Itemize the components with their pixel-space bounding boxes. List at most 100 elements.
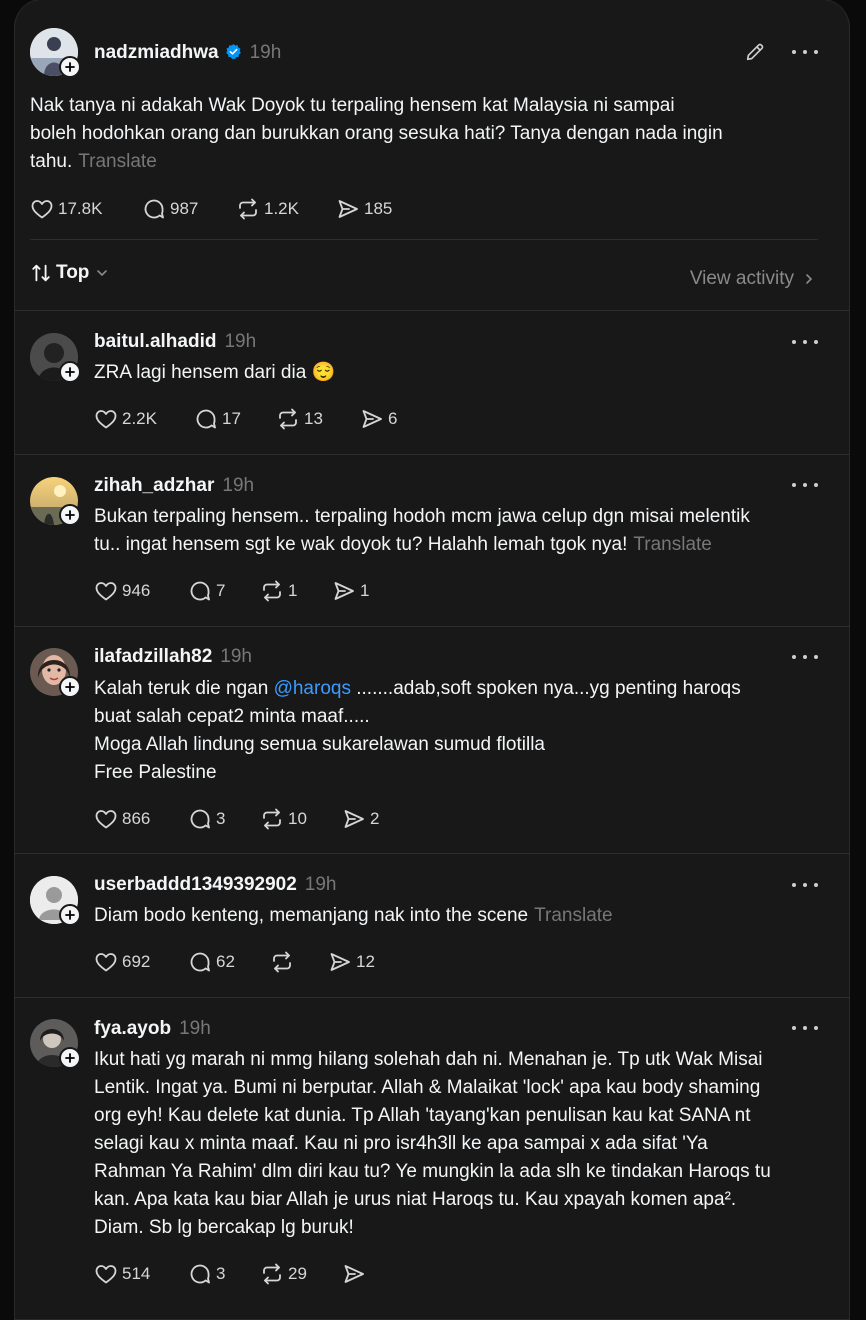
username[interactable]: userbaddd1349392902: [94, 874, 297, 895]
like-button[interactable]: 514: [94, 1262, 188, 1286]
reply-actions: 2.2K 17 13 6: [94, 405, 397, 433]
share-button[interactable]: 185: [336, 197, 392, 221]
view-activity-link[interactable]: View activity: [690, 268, 816, 290]
reply-text-line: Ikut hati yg marah ni mmg hilang solehah…: [94, 1049, 763, 1070]
like-button[interactable]: 692: [94, 950, 188, 974]
username[interactable]: ilafadzillah82: [94, 646, 212, 667]
follow-plus-icon[interactable]: [59, 504, 81, 526]
heart-icon: [94, 1262, 118, 1286]
follow-plus-icon[interactable]: [59, 1047, 81, 1069]
share-icon: [336, 197, 360, 221]
reply-count: 62: [216, 952, 235, 971]
divider: [30, 239, 818, 240]
more-options-icon[interactable]: [792, 480, 818, 490]
reply-button[interactable]: 3: [188, 807, 260, 831]
like-button[interactable]: 2.2K: [94, 407, 194, 431]
reply-count: 3: [216, 1264, 226, 1283]
timestamp: 19h: [179, 1018, 211, 1039]
comment-icon: [142, 197, 166, 221]
repost-button[interactable]: 1.2K: [236, 197, 336, 221]
divider: [14, 853, 850, 854]
post-text: Nak tanya ni adakah Wak Doyok tu terpali…: [30, 92, 820, 176]
reply-text-line: Lentik. Ingat ya. Bumi ni berputar. Alla…: [94, 1077, 761, 1098]
share-button[interactable]: [342, 1262, 370, 1286]
reply-button[interactable]: 987: [142, 197, 236, 221]
like-count: 2.2K: [122, 409, 157, 428]
reply-button[interactable]: 3: [188, 1262, 260, 1286]
more-options-icon[interactable]: [792, 880, 818, 890]
share-icon: [332, 579, 356, 603]
edit-pencil-icon[interactable]: [744, 41, 766, 63]
like-button[interactable]: 946: [94, 579, 188, 603]
reply-button[interactable]: 62: [188, 950, 270, 974]
share-button[interactable]: 6: [360, 407, 397, 431]
reply-actions: 514 3 29: [94, 1260, 370, 1288]
reply-actions: 866 3 10 2: [94, 805, 379, 833]
divider: [14, 997, 850, 998]
reply-count: 17: [222, 409, 241, 428]
share-button[interactable]: 12: [328, 950, 375, 974]
reply-text: Diam bodo kenteng, memanjang nak into th…: [94, 902, 834, 930]
comment-icon: [194, 407, 218, 431]
timestamp: 19h: [220, 646, 252, 667]
translate-link[interactable]: Translate: [534, 905, 613, 926]
follow-plus-icon[interactable]: [59, 56, 81, 78]
repost-button[interactable]: 10: [260, 807, 342, 831]
repost-icon: [260, 807, 284, 831]
verified-badge-icon: [225, 44, 241, 60]
timestamp: 19h: [224, 331, 257, 352]
username[interactable]: nadzmiadhwa: [94, 42, 219, 63]
like-count: 17.8K: [58, 199, 103, 218]
sort-dropdown[interactable]: Top: [30, 262, 109, 284]
share-icon: [342, 1262, 366, 1286]
comment-icon: [188, 1262, 212, 1286]
share-count: 185: [364, 199, 393, 218]
like-button[interactable]: 17.8K: [30, 197, 142, 221]
share-count: 1: [360, 581, 370, 600]
reply-text-line: tu.. ingat hensem sgt ke wak doyok tu? H…: [94, 534, 628, 555]
reply-author[interactable]: baitul.alhadid 19h: [94, 331, 256, 353]
more-options-icon[interactable]: [792, 47, 818, 57]
share-count: 12: [356, 952, 375, 971]
repost-count: 1.2K: [264, 199, 299, 218]
reply-button[interactable]: 7: [188, 579, 260, 603]
repost-button[interactable]: 13: [276, 407, 360, 431]
reply-author[interactable]: fya.ayob 19h: [94, 1018, 211, 1040]
more-options-icon[interactable]: [792, 1023, 818, 1033]
share-button[interactable]: 2: [342, 807, 379, 831]
repost-icon: [270, 950, 294, 974]
repost-icon: [236, 197, 260, 221]
more-options-icon[interactable]: [792, 652, 818, 662]
more-options-icon[interactable]: [792, 337, 818, 347]
reply-author[interactable]: ilafadzillah82 19h: [94, 646, 252, 668]
reply-text-line: selagi kau x minta maaf. Kau ni pro isr4…: [94, 1133, 708, 1154]
post-author[interactable]: nadzmiadhwa 19h: [94, 42, 281, 64]
reply-button[interactable]: 17: [194, 407, 276, 431]
repost-button[interactable]: [270, 950, 328, 974]
username[interactable]: fya.ayob: [94, 1018, 171, 1039]
translate-link[interactable]: Translate: [633, 534, 712, 555]
reply-text: Ikut hati yg marah ni mmg hilang solehah…: [94, 1046, 834, 1242]
follow-plus-icon[interactable]: [59, 361, 81, 383]
reply-text-line: Rahman Ya Rahim' dlm diri kau tu? Ye mun…: [94, 1161, 771, 1182]
reply-actions: 946 7 1 1: [94, 577, 369, 605]
post-text-line: Nak tanya ni adakah Wak Doyok tu terpali…: [30, 95, 675, 116]
share-icon: [360, 407, 384, 431]
translate-link[interactable]: Translate: [78, 151, 157, 172]
view-activity-label: View activity: [689, 268, 794, 289]
like-button[interactable]: 866: [94, 807, 188, 831]
repost-button[interactable]: 1: [260, 579, 332, 603]
share-count: 2: [370, 809, 380, 828]
username[interactable]: zihah_adzhar: [94, 475, 214, 496]
follow-plus-icon[interactable]: [59, 904, 81, 926]
share-button[interactable]: 1: [332, 579, 369, 603]
mention-link[interactable]: @haroqs: [274, 678, 351, 699]
reply-author[interactable]: userbaddd1349392902 19h: [94, 874, 337, 896]
divider: [14, 454, 850, 455]
comment-icon: [188, 579, 212, 603]
repost-button[interactable]: 29: [260, 1262, 342, 1286]
username[interactable]: baitul.alhadid: [94, 331, 216, 352]
follow-plus-icon[interactable]: [59, 676, 81, 698]
reply-author[interactable]: zihah_adzhar 19h: [94, 475, 254, 497]
reply-text-line: ZRA lagi hensem dari dia 😌: [94, 362, 336, 383]
